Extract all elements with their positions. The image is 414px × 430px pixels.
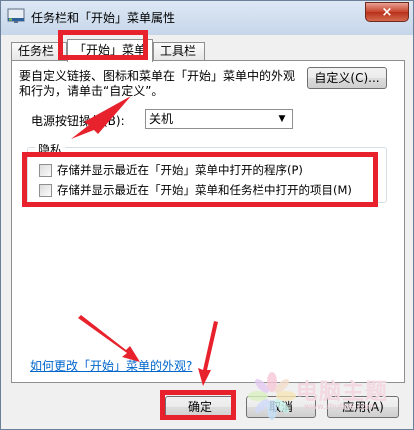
help-link[interactable]: 如何更改「开始」菜单的外观? [30, 357, 192, 374]
properties-window: 任务栏和「开始」菜单属性 × 任务栏 「开始」菜单 工具栏 要自定义链接、图标和… [0, 0, 414, 430]
title-bar[interactable]: 任务栏和「开始」菜单属性 × [1, 1, 413, 33]
checkbox-items[interactable] [39, 183, 52, 197]
customize-button[interactable]: 自定义(C)... [307, 67, 387, 89]
privacy-option-items[interactable]: 存储并显示最近在「开始」菜单和任务栏中打开的项目(M) [39, 182, 352, 198]
cancel-button[interactable]: 取消 [246, 396, 316, 418]
checkbox-programs[interactable] [39, 163, 52, 177]
tab-toolbars[interactable]: 工具栏 [153, 42, 205, 61]
tab-taskbar[interactable]: 任务栏 [11, 42, 67, 61]
power-button-select[interactable]: 关机 ▼ [145, 109, 293, 129]
tab-strip: 任务栏 「开始」菜单 工具栏 [11, 39, 405, 62]
close-button[interactable]: × [365, 2, 409, 22]
apply-button[interactable]: 应用(A) [327, 396, 399, 418]
start-menu-description: 要自定义链接、图标和菜单在「开始」菜单中的外观和行为，请单击“自定义”。 [19, 69, 296, 98]
window-title: 任务栏和「开始」菜单属性 [31, 11, 176, 25]
tab-start-menu[interactable]: 「开始」菜单 [67, 39, 153, 62]
taskbar-properties-icon [7, 8, 25, 23]
power-button-value: 关机 [149, 112, 174, 126]
chevron-down-icon: ▼ [278, 114, 286, 124]
ok-button[interactable]: 确定 [165, 396, 235, 418]
privacy-group-title: 隐私 [35, 141, 66, 158]
close-icon: × [381, 4, 393, 20]
power-button-label: 电源按钮操作(B): [31, 114, 125, 128]
privacy-option-programs[interactable]: 存储并显示最近在「开始」菜单中打开的程序(P) [39, 162, 303, 178]
